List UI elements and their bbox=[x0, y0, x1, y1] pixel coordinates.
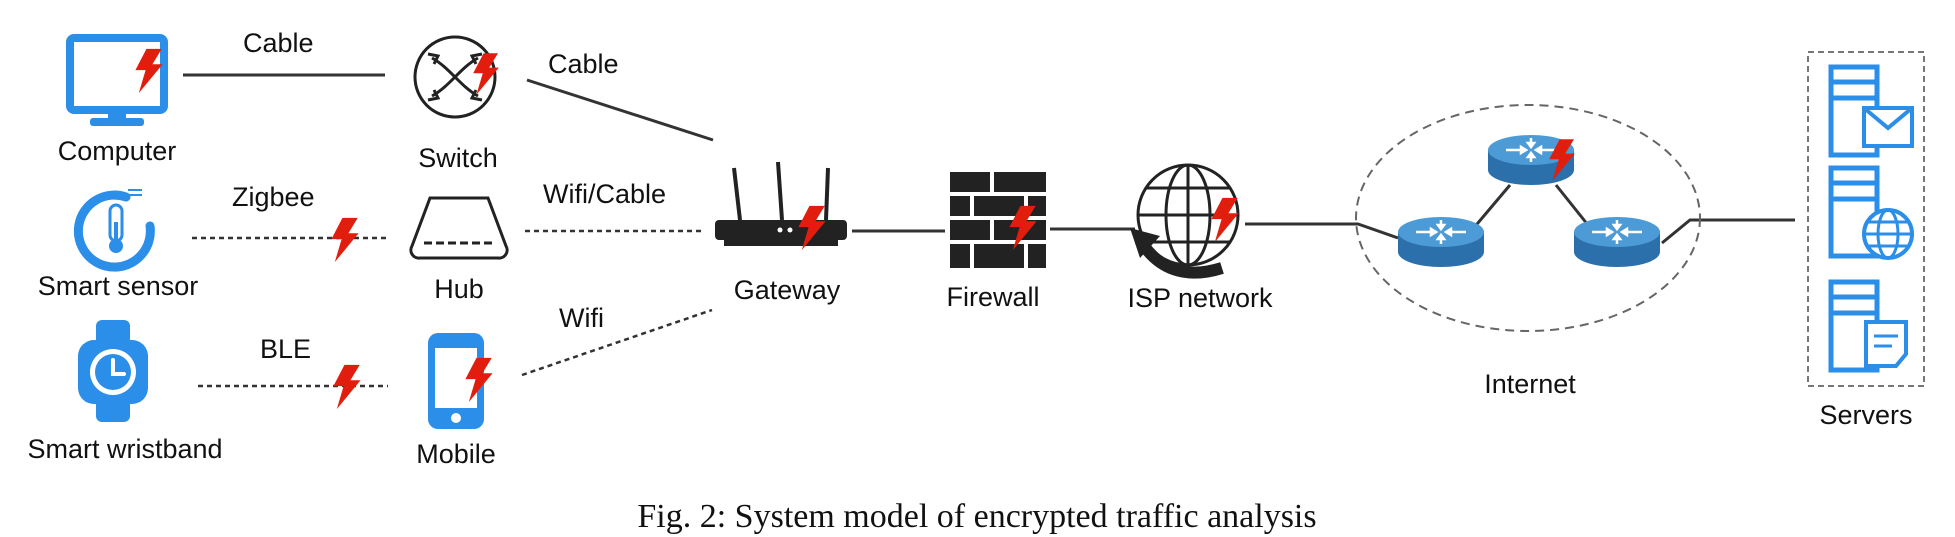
isp-network-label: ISP network bbox=[1127, 283, 1273, 313]
mobile-gateway-link bbox=[521, 308, 713, 377]
hub-node: Hub bbox=[409, 196, 509, 304]
smart-wristband-node: Smart wristband bbox=[27, 320, 223, 464]
attack-bolt-icon bbox=[135, 48, 163, 94]
gateway-label: Gateway bbox=[734, 275, 841, 305]
wireless-router-icon bbox=[715, 161, 847, 246]
servers-label: Servers bbox=[1819, 400, 1912, 430]
link-label-hub-gateway: Wifi/Cable bbox=[543, 179, 666, 209]
link-label-switch-gateway: Cable bbox=[548, 49, 619, 79]
internet-label: Internet bbox=[1484, 369, 1576, 399]
smartwatch-icon bbox=[78, 320, 148, 422]
link-label-mobile-gateway: Wifi bbox=[559, 303, 604, 333]
servers-group: Servers bbox=[1807, 51, 1925, 430]
isp-network-node: ISP network bbox=[1127, 163, 1273, 313]
link-label-sensor-hub: Zigbee bbox=[232, 182, 315, 212]
firewall-label: Firewall bbox=[946, 282, 1039, 312]
web-server-icon bbox=[1828, 165, 1914, 260]
smart-wristband-label: Smart wristband bbox=[27, 434, 222, 464]
smart-sensor-node: Smart sensor bbox=[38, 189, 199, 301]
link-label-wristband-mobile: BLE bbox=[260, 334, 311, 364]
figure-caption: Fig. 2: System model of encrypted traffi… bbox=[637, 498, 1316, 535]
thermometer-sensor-icon bbox=[73, 189, 155, 272]
firewall-node: Firewall bbox=[946, 172, 1046, 312]
switch-label: Switch bbox=[418, 143, 498, 173]
gateway-node: Gateway bbox=[715, 161, 847, 305]
mobile-node: Mobile bbox=[416, 333, 496, 469]
attack-bolt-icon bbox=[331, 217, 359, 263]
internet-servers-link bbox=[1661, 218, 1795, 245]
mail-server-icon bbox=[1828, 64, 1914, 158]
router-links bbox=[1470, 184, 1594, 231]
file-server-icon bbox=[1828, 279, 1908, 373]
router-icon bbox=[1396, 215, 1486, 269]
hub-label: Hub bbox=[434, 274, 484, 304]
smart-sensor-label: Smart sensor bbox=[38, 271, 199, 301]
firewall-brick-icon bbox=[950, 172, 1046, 268]
computer-label: Computer bbox=[58, 136, 177, 166]
computer-node: Computer bbox=[58, 34, 177, 166]
system-model-diagram: Cable Cable Zigbee Wifi/Cable BLE Wifi C… bbox=[27, 28, 1925, 535]
link-labels: Cable Cable Zigbee Wifi/Cable BLE Wifi bbox=[232, 28, 666, 364]
link-label-computer-switch: Cable bbox=[243, 28, 314, 58]
switch-gateway-link bbox=[526, 78, 714, 142]
internet-cloud: Internet bbox=[1355, 104, 1701, 399]
switch-node: Switch bbox=[413, 35, 499, 173]
isp-internet-link bbox=[1245, 222, 1399, 240]
router-icon bbox=[1572, 215, 1662, 269]
mobile-label: Mobile bbox=[416, 439, 496, 469]
hub-icon bbox=[409, 196, 509, 260]
